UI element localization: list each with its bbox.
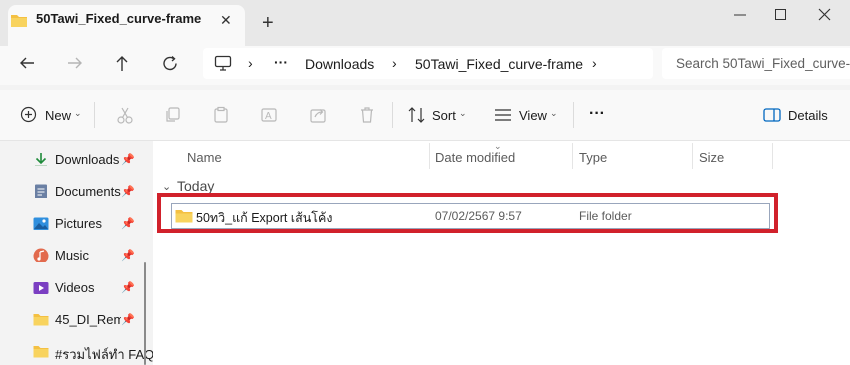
forward-icon[interactable] — [66, 55, 84, 71]
sidebar-item-documents[interactable]: Documents 📌 — [33, 182, 148, 202]
cut-icon[interactable] — [116, 106, 134, 124]
column-header-size[interactable]: Size — [699, 150, 724, 165]
folder-icon — [11, 15, 27, 27]
column-header-type[interactable]: Type — [579, 150, 607, 165]
sidebar-item-label: Music — [55, 248, 89, 263]
sidebar-item-label: Downloads — [55, 152, 120, 167]
chevron-right-icon[interactable]: › — [248, 55, 253, 71]
toolbar-divider — [392, 102, 393, 128]
sort-indicator-icon: ⌄ — [494, 141, 502, 151]
new-tab-button[interactable]: + — [262, 12, 274, 35]
collapse-group-icon[interactable]: ⌄ — [162, 180, 171, 193]
paste-icon[interactable] — [212, 106, 230, 124]
chevron-down-icon[interactable]: ⌄ — [550, 108, 558, 119]
sort-icon — [408, 107, 425, 123]
sidebar-item-folder[interactable]: #รวมไฟล์ทำ FAQ — [33, 342, 154, 362]
sidebar-item-label: #รวมไฟล์ทำ FAQ — [55, 347, 155, 362]
sidebar-item-label: Documents — [55, 184, 121, 199]
download-icon — [35, 153, 47, 166]
pin-icon[interactable]: 📌 — [121, 153, 135, 166]
new-button[interactable]: New — [45, 108, 71, 123]
tab-title: 50Tawi_Fixed_curve-frame — [36, 11, 202, 26]
column-divider[interactable] — [692, 143, 693, 169]
column-divider[interactable] — [429, 143, 430, 169]
document-icon — [35, 184, 47, 198]
new-icon — [20, 106, 37, 123]
chevron-down-icon[interactable]: ⌄ — [74, 108, 82, 119]
toolbar-divider — [573, 102, 574, 128]
delete-icon[interactable] — [358, 106, 376, 124]
navigation-scrollbar[interactable] — [144, 262, 146, 365]
search-input[interactable]: Search 50Tawi_Fixed_curve-frame — [676, 56, 850, 71]
pin-icon[interactable]: 📌 — [121, 185, 135, 198]
picture-icon — [33, 217, 49, 230]
column-divider[interactable] — [572, 143, 573, 169]
back-icon[interactable] — [18, 55, 36, 71]
video-icon — [33, 282, 49, 294]
sidebar-item-label: 45_DI_Remai — [55, 312, 121, 327]
more-locations-button[interactable]: ··· — [274, 54, 288, 70]
minimize-button[interactable] — [733, 10, 753, 30]
sidebar-item-videos[interactable]: Videos 📌 — [33, 278, 148, 298]
share-icon[interactable] — [309, 106, 327, 124]
tab-close-button[interactable]: ✕ — [220, 12, 232, 29]
pin-icon[interactable]: 📌 — [121, 313, 135, 326]
sidebar-item-music[interactable]: Music 📌 — [33, 246, 148, 266]
view-icon — [495, 109, 511, 121]
maximize-button[interactable] — [774, 8, 794, 28]
this-pc-icon[interactable] — [214, 55, 232, 71]
toolbar-divider — [94, 102, 95, 128]
pin-icon[interactable]: 📌 — [121, 249, 135, 262]
folder-icon — [33, 346, 49, 358]
sidebar-item-downloads[interactable]: Downloads 📌 — [33, 150, 148, 170]
chevron-right-icon[interactable]: › — [592, 55, 597, 71]
highlight-annotation — [157, 193, 778, 233]
sidebar-item-folder[interactable]: 45_DI_Remai 📌 — [33, 310, 148, 330]
column-divider[interactable] — [772, 143, 773, 169]
chevron-down-icon[interactable]: ⌄ — [459, 108, 467, 119]
sidebar-item-pictures[interactable]: Pictures 📌 — [33, 214, 148, 234]
sort-button[interactable]: Sort — [432, 108, 456, 123]
chevron-right-icon[interactable]: › — [392, 55, 397, 71]
folder-icon — [33, 314, 49, 326]
sidebar-item-label: Pictures — [55, 216, 102, 231]
up-icon[interactable] — [114, 54, 130, 72]
breadcrumb-current-folder[interactable]: 50Tawi_Fixed_curve-frame — [415, 56, 583, 72]
pin-icon[interactable]: 📌 — [121, 217, 135, 230]
file-list — [153, 141, 850, 365]
view-button[interactable]: View — [519, 108, 547, 123]
breadcrumb-downloads[interactable]: Downloads — [305, 56, 374, 72]
search-box[interactable]: Search 50Tawi_Fixed_curve-frame — [662, 48, 850, 79]
column-header-date[interactable]: Date modified — [435, 150, 515, 165]
copy-icon[interactable] — [164, 106, 182, 124]
svg-text:A: A — [265, 111, 272, 122]
sidebar-item-label: Videos — [55, 280, 95, 295]
details-button[interactable]: Details — [788, 108, 828, 123]
pin-icon[interactable]: 📌 — [121, 281, 135, 294]
see-more-button[interactable]: ··· — [589, 105, 605, 123]
refresh-icon[interactable] — [162, 55, 179, 72]
details-pane-icon — [763, 108, 781, 122]
close-window-button[interactable] — [818, 8, 838, 28]
rename-icon[interactable]: A — [260, 106, 278, 124]
column-header-name[interactable]: Name — [187, 150, 222, 165]
music-icon — [33, 248, 49, 262]
group-header-today[interactable]: Today — [177, 178, 214, 194]
